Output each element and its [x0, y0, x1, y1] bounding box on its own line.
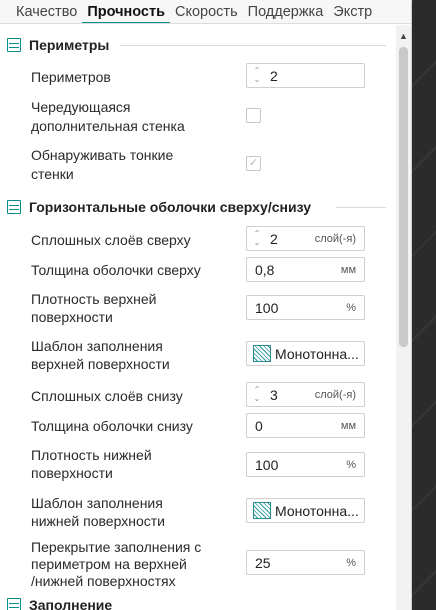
alt-extra-wall-checkbox[interactable]	[246, 108, 261, 123]
settings-panel: Качество Прочность Скорость Поддержка Эк…	[0, 0, 412, 610]
bottom-density-value: 100	[255, 457, 279, 473]
infill-overlap-input[interactable]: 25 %	[246, 550, 365, 575]
section-infill-header[interactable]: Заполнение	[0, 593, 396, 610]
section-perimeters-header[interactable]: Периметры	[0, 33, 396, 57]
top-layers-unit: слой(-я)	[314, 233, 356, 245]
section-shells-title: Горизонтальные оболочки сверху/снизу	[29, 199, 311, 215]
bottom-density-label-1: Плотность нижней	[31, 447, 152, 463]
infill-overlap-value: 25	[255, 555, 271, 571]
vertical-scrollbar[interactable]: ▲	[396, 25, 411, 610]
top-thickness-value: 0,8	[255, 262, 275, 278]
tab-strength[interactable]: Прочность	[82, 0, 171, 23]
top-pattern-select[interactable]: Монотонна...	[246, 341, 365, 366]
bottom-pattern-label-1: Шаблон заполнения	[31, 495, 163, 511]
bottom-density-unit: %	[346, 459, 356, 471]
section-divider	[120, 45, 386, 46]
shells-icon	[7, 200, 21, 214]
bottom-thickness-label: Толщина оболочки снизу	[31, 418, 193, 434]
tab-quality[interactable]: Качество	[0, 0, 82, 23]
infill-icon	[7, 598, 21, 610]
tab-support[interactable]: Поддержка	[243, 0, 329, 23]
perimeters-count-label: Периметров	[31, 69, 111, 85]
bottom-layers-value: 3	[270, 387, 278, 403]
top-thickness-unit: мм	[340, 264, 356, 276]
scroll-up-icon[interactable]: ▲	[399, 31, 408, 41]
top-density-label-1: Плотность верхней	[31, 291, 157, 307]
top-layers-input[interactable]: ⌃ ⌄ 2 слой(-я)	[246, 226, 365, 251]
scrollbar-thumb[interactable]	[399, 47, 408, 347]
bottom-pattern-label-2: нижней поверхности	[31, 513, 165, 529]
spinner-arrows-icon[interactable]: ⌃ ⌄	[251, 229, 263, 248]
top-layers-value: 2	[270, 231, 278, 247]
bottom-pattern-select[interactable]: Монотонна...	[246, 498, 365, 523]
top-density-input[interactable]: 100 %	[246, 295, 365, 320]
top-pattern-value: Монотонна...	[275, 346, 359, 362]
checkmark-icon: ✓	[248, 157, 259, 169]
top-thickness-label: Толщина оболочки сверху	[31, 262, 201, 278]
monotonic-pattern-icon	[253, 502, 271, 519]
settings-content: Периметры Периметров ⌃ ⌄ 2 Чередующаяся д…	[0, 25, 396, 610]
bottom-pattern-value: Монотонна...	[275, 503, 359, 519]
bottom-layers-unit: слой(-я)	[314, 389, 356, 401]
bottom-thickness-unit: мм	[340, 420, 356, 432]
bottom-layers-label: Сплошных слоёв снизу	[31, 388, 183, 404]
top-density-label-2: поверхности	[31, 309, 113, 325]
alt-extra-wall-label-1: Чередующаяся	[31, 99, 131, 115]
top-thickness-input[interactable]: 0,8 мм	[246, 257, 365, 282]
perimeters-icon	[7, 38, 21, 52]
bottom-layers-input[interactable]: ⌃ ⌄ 3 слой(-я)	[246, 382, 365, 407]
detect-thin-wall-label-1: Обнаруживать тонкие	[31, 147, 174, 163]
section-perimeters-title: Периметры	[29, 37, 110, 53]
top-density-value: 100	[255, 300, 279, 316]
infill-overlap-label-2: периметром на верхней	[31, 556, 187, 572]
viewport-edge	[412, 0, 436, 610]
tab-bar: Качество Прочность Скорость Поддержка Эк…	[0, 0, 411, 24]
perimeters-count-input[interactable]: ⌃ ⌄ 2	[246, 63, 365, 88]
tab-speed[interactable]: Скорость	[170, 0, 243, 23]
section-shells-header[interactable]: Горизонтальные оболочки сверху/снизу	[0, 195, 396, 219]
bottom-density-label-2: поверхности	[31, 465, 113, 481]
alt-extra-wall-label-2: дополнительная стенка	[31, 118, 185, 134]
bottom-thickness-input[interactable]: 0 мм	[246, 413, 365, 438]
perimeters-count-value: 2	[270, 68, 278, 84]
section-divider	[336, 207, 386, 208]
top-pattern-label-1: Шаблон заполнения	[31, 338, 163, 354]
section-infill-title: Заполнение	[29, 597, 113, 610]
bottom-thickness-value: 0	[255, 418, 263, 434]
bottom-density-input[interactable]: 100 %	[246, 452, 365, 477]
infill-overlap-unit: %	[346, 557, 356, 569]
top-layers-label: Сплошных слоёв сверху	[31, 232, 191, 248]
top-pattern-label-2: верхней поверхности	[31, 356, 170, 372]
tab-extra[interactable]: Экстр	[328, 0, 377, 23]
infill-overlap-label-3: /нижней поверхностях	[31, 573, 176, 589]
monotonic-pattern-icon	[253, 345, 271, 362]
spinner-arrows-icon[interactable]: ⌃ ⌄	[251, 66, 263, 85]
infill-overlap-label-1: Перекрытие заполнения с	[31, 539, 202, 555]
top-density-unit: %	[346, 302, 356, 314]
detect-thin-wall-checkbox[interactable]: ✓	[246, 156, 261, 171]
detect-thin-wall-label-2: стенки	[31, 166, 74, 182]
spinner-arrows-icon[interactable]: ⌃ ⌄	[251, 385, 263, 404]
